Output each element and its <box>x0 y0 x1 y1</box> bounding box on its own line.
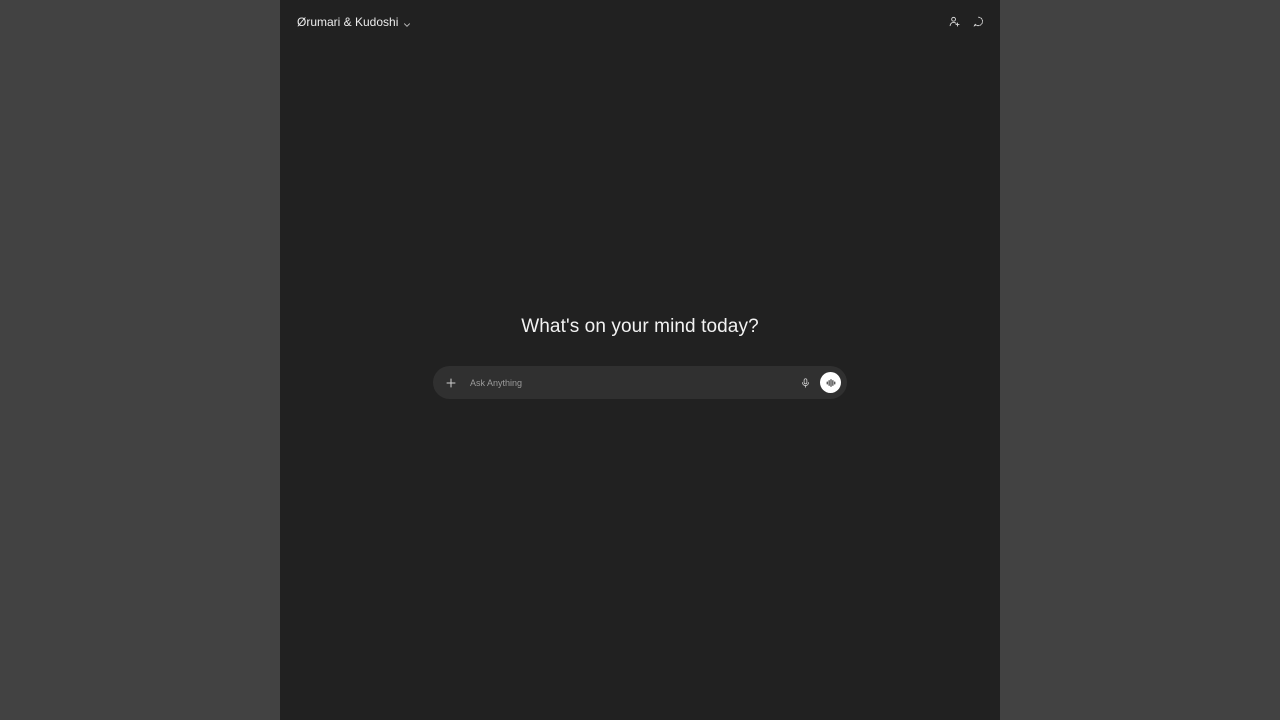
message-input[interactable] <box>468 376 798 389</box>
user-add-icon <box>949 16 960 27</box>
plus-icon <box>446 378 456 387</box>
attach-button[interactable] <box>444 376 458 390</box>
page-title: What's on your mind today? <box>521 316 759 337</box>
microphone-icon <box>801 377 809 388</box>
voice-mode-button[interactable] <box>820 372 841 393</box>
share-user-button[interactable] <box>946 12 962 30</box>
model-selector-label: Ørumari & Kudoshi <box>297 15 399 29</box>
dictate-button[interactable] <box>798 376 812 390</box>
model-selector[interactable]: Ørumari & Kudoshi <box>292 11 417 33</box>
chat-composer <box>433 366 847 399</box>
voice-waveform-icon <box>826 378 835 387</box>
top-bar: Ørumari & Kudoshi <box>280 0 1000 44</box>
top-right-actions <box>946 12 986 30</box>
temporary-chat-button[interactable] <box>970 12 986 30</box>
temporary-chat-icon <box>973 16 983 27</box>
chevron-down-icon <box>402 17 412 27</box>
app-window: Ørumari & Kudoshi What's on your mind to… <box>280 0 1000 720</box>
